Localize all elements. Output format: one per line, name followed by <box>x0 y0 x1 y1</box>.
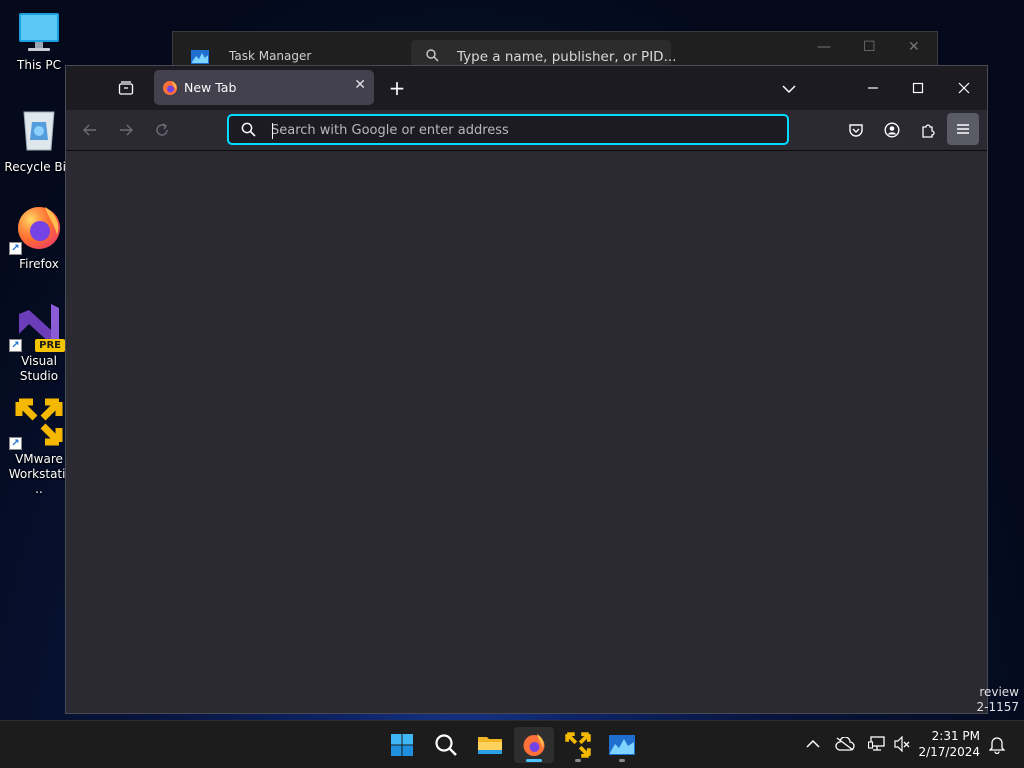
taskbar-search-button[interactable] <box>426 727 466 763</box>
app-menu-button[interactable] <box>947 113 979 145</box>
volume-button[interactable] <box>891 733 913 755</box>
tab-label: New Tab <box>184 80 237 95</box>
firefox-icon <box>523 734 545 756</box>
reload-button[interactable] <box>150 118 174 142</box>
close-icon[interactable]: ✕ <box>908 39 920 55</box>
taskbar-file-explorer[interactable] <box>470 727 510 763</box>
minimize-icon[interactable]: — <box>817 39 831 55</box>
shortcut-arrow-icon: ↗ <box>9 242 22 255</box>
vmware-icon <box>565 732 591 758</box>
running-indicator <box>619 759 625 762</box>
task-manager-icon <box>609 735 635 755</box>
search-icon <box>241 122 256 137</box>
vmware-icon: ↗ <box>9 398 63 450</box>
desktop-icon-label: Recycle Bin <box>4 160 74 174</box>
clock-date: 2/17/2024 <box>918 745 980 759</box>
reload-icon <box>156 123 168 136</box>
forward-button[interactable] <box>114 118 138 142</box>
desktop-icon-firefox[interactable]: ↗ Firefox <box>4 203 74 272</box>
taskbar-vmware[interactable] <box>558 727 598 763</box>
desktop-icon-vmware[interactable]: ↗ VMware Workstati... <box>4 398 74 497</box>
task-manager-icon <box>191 49 209 64</box>
page-content-area <box>66 151 987 713</box>
preview-badge: PRE <box>35 339 65 352</box>
pocket-button[interactable] <box>844 118 868 142</box>
windows-start-icon <box>391 734 413 756</box>
desktop-icon-this-pc[interactable]: This PC <box>4 10 74 73</box>
desktop-icon-visual-studio[interactable]: PRE ↗ Visual Studio 2022 Preview <box>4 300 74 384</box>
firefox-view-button[interactable] <box>114 76 138 100</box>
close-button[interactable] <box>952 76 976 100</box>
running-indicator <box>575 759 581 762</box>
desktop-icon-recycle-bin[interactable]: Recycle Bin <box>4 106 74 175</box>
hamburger-menu-icon <box>957 124 969 134</box>
maximize-icon[interactable]: ☐ <box>863 39 876 55</box>
account-button[interactable] <box>880 118 904 142</box>
forward-arrow-icon <box>120 124 133 136</box>
taskbar-clock[interactable]: 2:31 PM 2/17/2024 <box>918 728 980 760</box>
minimize-button[interactable] <box>861 76 885 100</box>
firefox-icon <box>163 81 177 95</box>
desktop-icon-label: Visual Studio 2022 Preview <box>19 354 59 383</box>
firefox-window[interactable]: New Tab ✕ + <box>65 65 988 714</box>
bell-icon <box>989 737 1005 754</box>
minimize-icon <box>868 87 878 89</box>
shortcut-arrow-icon: ↗ <box>9 339 22 352</box>
desktop-watermark: review 2-1157 <box>976 685 1019 715</box>
taskbar-task-manager[interactable] <box>602 727 642 763</box>
close-icon <box>958 82 970 94</box>
notifications-button[interactable] <box>986 734 1008 756</box>
network-button[interactable] <box>866 733 888 755</box>
back-arrow-icon <box>83 124 96 136</box>
maximize-icon <box>912 82 924 94</box>
chevron-down-icon <box>782 85 796 94</box>
desktop-icon-label: This PC <box>17 58 61 72</box>
address-bar[interactable] <box>227 114 789 145</box>
firefox-view-icon <box>118 81 134 95</box>
text-caret <box>272 123 273 139</box>
plus-icon: + <box>388 76 406 100</box>
show-hidden-icons-button[interactable] <box>802 733 824 755</box>
search-icon <box>435 734 457 756</box>
network-icon <box>868 736 885 751</box>
firefox-icon: ↗ <box>9 203 63 255</box>
list-all-tabs-button[interactable] <box>778 78 800 100</box>
watermark-line: 2-1157 <box>976 700 1019 714</box>
onedrive-button[interactable] <box>834 733 856 755</box>
extensions-button[interactable] <box>916 118 940 142</box>
navigation-toolbar <box>66 110 987 151</box>
maximize-button[interactable] <box>906 76 930 100</box>
cloud-offline-icon <box>835 737 855 751</box>
shortcut-arrow-icon: ↗ <box>9 437 22 450</box>
puzzle-icon <box>922 124 935 138</box>
new-tab-button[interactable]: + <box>386 76 408 100</box>
clock-time: 2:31 PM <box>931 729 980 743</box>
tab-new-tab[interactable]: New Tab ✕ <box>154 70 374 105</box>
account-icon <box>884 122 900 138</box>
desktop-icon-label: VMware Workstati... <box>8 452 70 496</box>
taskbar: 2:31 PM 2/17/2024 <box>0 720 1024 768</box>
tab-close-icon[interactable]: ✕ <box>354 77 366 93</box>
pocket-icon <box>849 124 863 137</box>
monitor-icon <box>15 10 63 58</box>
task-manager-search-placeholder: Type a name, publisher, or PID... <box>457 49 677 65</box>
task-manager-title: Task Manager <box>229 49 312 63</box>
taskbar-firefox[interactable] <box>514 727 554 763</box>
search-icon <box>426 49 439 62</box>
desktop-icon-label: Firefox <box>19 257 59 271</box>
folder-icon <box>478 737 502 754</box>
address-input[interactable] <box>271 120 751 140</box>
chevron-up-icon <box>806 739 820 748</box>
running-indicator <box>526 759 542 762</box>
back-button[interactable] <box>78 118 102 142</box>
visual-studio-icon: PRE ↗ <box>9 300 65 352</box>
start-button[interactable] <box>382 727 422 763</box>
watermark-line: review <box>979 685 1019 699</box>
volume-muted-icon <box>894 736 910 752</box>
tab-bar: New Tab ✕ + <box>66 66 987 110</box>
recycle-bin-icon <box>15 106 63 154</box>
